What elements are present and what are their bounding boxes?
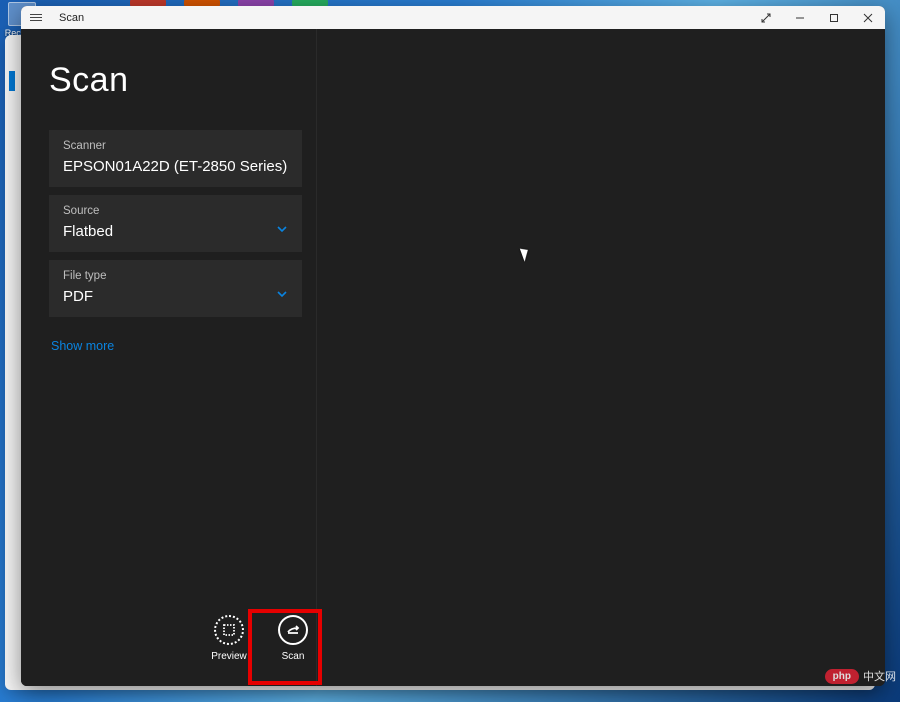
background-window-accent xyxy=(9,71,15,91)
desktop-background: Recycl... Help Scan xyxy=(0,0,900,702)
filetype-label: File type xyxy=(63,270,288,282)
scanner-option[interactable]: Scanner EPSON01A22D (ET-2850 Series) xyxy=(49,130,302,187)
scan-button[interactable]: Scan xyxy=(271,615,315,662)
maximize-icon xyxy=(829,13,839,23)
maximize-button[interactable] xyxy=(817,6,851,29)
window-title: Scan xyxy=(59,12,84,24)
bottom-actions: Preview Scan xyxy=(207,615,302,676)
scanner-label: Scanner xyxy=(63,140,288,152)
titlebar[interactable]: Scan xyxy=(21,6,885,29)
close-icon xyxy=(863,13,873,23)
preview-label: Preview xyxy=(211,651,247,662)
scan-label: Scan xyxy=(282,651,305,662)
cursor-icon xyxy=(520,246,531,262)
minimize-icon xyxy=(795,13,805,23)
filetype-value: PDF xyxy=(63,288,288,305)
watermark-text: 中文网 xyxy=(863,668,896,684)
source-option[interactable]: Source Flatbed xyxy=(49,195,302,252)
scanner-value: EPSON01A22D (ET-2850 Series) xyxy=(63,158,288,175)
settings-sidebar: Scan Scanner EPSON01A22D (ET-2850 Series… xyxy=(21,29,317,686)
watermark: php 中文网 xyxy=(825,668,896,684)
scan-window: Scan Scan Scanner EPSON01A22D (ET-2850 S… xyxy=(21,6,885,686)
fullscreen-button[interactable] xyxy=(749,6,783,29)
source-label: Source xyxy=(63,205,288,217)
show-more-link[interactable]: Show more xyxy=(49,339,302,353)
filetype-option[interactable]: File type PDF xyxy=(49,260,302,317)
page-title: Scan xyxy=(49,61,302,100)
close-button[interactable] xyxy=(851,6,885,29)
chevron-down-icon xyxy=(276,223,288,238)
chevron-down-icon xyxy=(276,288,288,303)
preview-icon xyxy=(214,615,244,645)
source-value: Flatbed xyxy=(63,223,288,240)
preview-area xyxy=(317,29,885,686)
watermark-brand: php xyxy=(825,669,859,684)
scan-icon xyxy=(278,615,308,645)
hamburger-icon[interactable] xyxy=(27,9,45,27)
minimize-button[interactable] xyxy=(783,6,817,29)
preview-button[interactable]: Preview xyxy=(207,615,251,662)
expand-icon xyxy=(761,13,771,23)
